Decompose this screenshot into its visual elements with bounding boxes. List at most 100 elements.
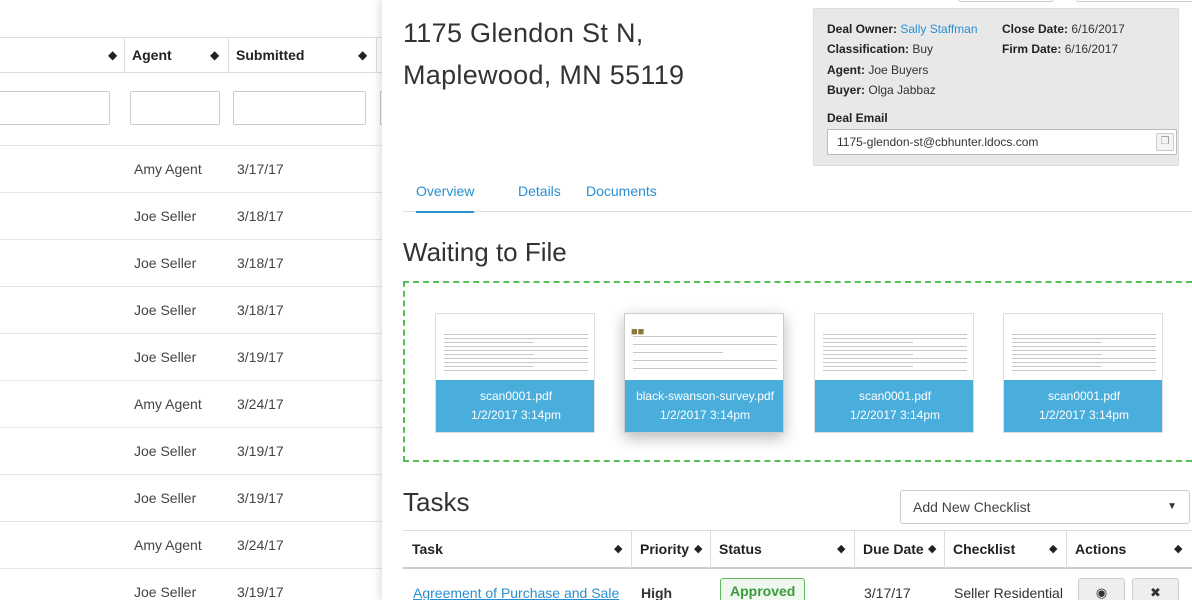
file-date: 1/2/2017 3:14pm (849, 408, 941, 422)
close-date: Close Date: 6/16/2017 (1002, 22, 1125, 36)
top-button[interactable] (958, 0, 1054, 2)
col-task[interactable]: Task ◆ (403, 531, 631, 568)
copy-icon[interactable]: ❐ (1156, 133, 1174, 151)
tab-details[interactable]: Details (518, 183, 561, 199)
deal-detail-panel: 1175 Glendon St N, Maplewood, MN 55119 D… (382, 0, 1192, 600)
filter-input-submitted[interactable] (233, 91, 366, 125)
address-line-1: 1175 Glendon St N, (403, 18, 644, 48)
delete-button[interactable]: ✖ (1132, 578, 1179, 600)
file-dropzone[interactable]: scan0001.pdf 1/2/2017 3:14pm ■■ black-swans… (403, 281, 1192, 462)
file-caption: scan0001.pdf 1/2/2017 3:14pm (815, 380, 973, 432)
file-thumbnail (436, 314, 594, 380)
address-line-2: Maplewood, MN 55119 (403, 60, 685, 90)
file-date: 1/2/2017 3:14pm (1038, 408, 1130, 422)
company-logo: ■■ (631, 326, 645, 338)
list-col-agent[interactable]: Agent ◆ (124, 38, 228, 72)
row-agent: Amy Agent (134, 537, 202, 553)
deal-owner-link[interactable]: Sally Staffman (900, 22, 977, 36)
table-row[interactable]: Joe Seller 3/19/17 (0, 568, 382, 600)
waiting-to-file-title: Waiting to File (403, 237, 567, 267)
list-col-submitted[interactable]: Submitted ◆ (228, 38, 378, 72)
row-agent: Joe Seller (134, 349, 197, 365)
list-header: ◆ Agent ◆ Submitted ◆ (0, 37, 382, 73)
filter-input-first[interactable] (0, 91, 110, 125)
divider (228, 37, 229, 73)
table-row[interactable]: Joe Seller 3/19/17 (0, 427, 382, 474)
task-link[interactable]: Agreement of Purchase and Sale (413, 585, 619, 600)
deal-list: ◆ Agent ◆ Submitted ◆ Amy Agent 3/17/17 Jo… (0, 0, 382, 600)
file-date: 1/2/2017 3:14pm (659, 408, 751, 422)
row-agent: Joe Seller (134, 255, 197, 271)
table-row[interactable]: Joe Seller 3/18/17 (0, 239, 382, 286)
sort-icon[interactable]: ◆ (358, 38, 367, 72)
file-card[interactable]: ■■ black-swanson-survey.pdf 1/2/2017 3:14p… (624, 313, 784, 433)
file-name: scan0001.pdf (1047, 389, 1121, 403)
col-due-date[interactable]: Due Date ◆ (854, 531, 944, 568)
sort-icon[interactable]: ◆ (694, 531, 702, 568)
row-agent: Joe Seller (134, 584, 197, 600)
file-name: scan0001.pdf (479, 389, 553, 403)
deal-info-box: Deal Owner: Sally Staffman Close Date: 6… (813, 8, 1179, 166)
table-row[interactable]: Joe Seller 3/19/17 (0, 333, 382, 380)
sort-icon[interactable]: ◆ (210, 38, 219, 72)
trash-icon: ✖ (1150, 585, 1161, 600)
sort-icon[interactable]: ◆ (837, 531, 845, 568)
divider (376, 37, 377, 73)
task-checklist: Seller Residential (954, 585, 1063, 600)
file-card[interactable]: scan0001.pdf 1/2/2017 3:14pm (814, 313, 974, 433)
tasks-title: Tasks (403, 487, 470, 517)
row-submitted: 3/24/17 (237, 537, 284, 553)
deal-email-field[interactable]: 1175-glendon-st@cbhunter.ldocs.com ❐ (827, 129, 1177, 155)
row-submitted: 3/19/17 (237, 490, 284, 506)
file-name: black-swanson-survey.pdf (636, 389, 774, 403)
add-checklist-select[interactable]: Add New Checklist ▼ (900, 490, 1190, 524)
file-thumbnail: ■■ (625, 314, 783, 380)
table-row[interactable]: Amy Agent 3/17/17 (0, 145, 382, 192)
row-agent: Joe Seller (134, 208, 197, 224)
buyer: Buyer: Olga Jabbaz (827, 83, 936, 97)
deal-owner: Deal Owner: Sally Staffman (827, 22, 978, 36)
agent: Agent: Joe Buyers (827, 63, 929, 77)
tab-overview[interactable]: Overview (416, 183, 475, 213)
file-caption: scan0001.pdf 1/2/2017 3:14pm (1004, 380, 1162, 432)
detail-tabs: Overview Details Documents (403, 174, 1192, 213)
eye-icon: ◉ (1095, 585, 1108, 600)
sort-icon[interactable]: ◆ (108, 38, 117, 72)
table-row[interactable]: Amy Agent 3/24/17 (0, 380, 382, 427)
file-thumbnail (1004, 314, 1162, 380)
tab-documents[interactable]: Documents (586, 183, 657, 199)
deal-email-label: Deal Email (827, 111, 888, 125)
col-status[interactable]: Status ◆ (710, 531, 854, 568)
row-submitted: 3/19/17 (237, 443, 284, 459)
divider (124, 37, 125, 73)
table-row[interactable]: Joe Seller 3/19/17 (0, 474, 382, 521)
file-name: scan0001.pdf (858, 389, 932, 403)
firm-date: Firm Date: 6/16/2017 (1002, 42, 1119, 56)
col-priority[interactable]: Priority ◆ (631, 531, 710, 568)
sort-icon[interactable]: ◆ (1049, 531, 1057, 568)
tasks-table-header: Task ◆ Priority ◆ Status ◆ Due Date ◆ Checkl… (403, 530, 1192, 569)
caret-down-icon: ▼ (1167, 501, 1177, 512)
sort-icon[interactable]: ◆ (1174, 531, 1182, 568)
table-row[interactable]: Joe Seller 3/18/17 (0, 192, 382, 239)
list-col-first[interactable]: ◆ (0, 38, 124, 72)
row-submitted: 3/19/17 (237, 584, 284, 600)
filter-input-agent[interactable] (130, 91, 220, 125)
deal-address: 1175 Glendon St N, Maplewood, MN 55119 (403, 12, 684, 96)
top-button[interactable] (1076, 0, 1192, 2)
task-due-date: 3/17/17 (864, 585, 911, 600)
row-agent: Joe Seller (134, 443, 197, 459)
col-actions[interactable]: Actions ◆ (1066, 531, 1192, 568)
view-button[interactable]: ◉ (1078, 578, 1125, 600)
row-agent: Joe Seller (134, 302, 197, 318)
file-card[interactable]: scan0001.pdf 1/2/2017 3:14pm (1003, 313, 1163, 433)
sort-icon[interactable]: ◆ (928, 531, 936, 568)
sort-icon[interactable]: ◆ (614, 531, 622, 568)
file-thumbnail (815, 314, 973, 380)
col-checklist[interactable]: Checklist ◆ (944, 531, 1066, 568)
file-card[interactable]: scan0001.pdf 1/2/2017 3:14pm (435, 313, 595, 433)
table-row[interactable]: Amy Agent 3/24/17 (0, 521, 382, 568)
file-caption: black-swanson-survey.pdf 1/2/2017 3:14pm (625, 380, 783, 432)
row-agent: Amy Agent (134, 396, 202, 412)
table-row[interactable]: Joe Seller 3/18/17 (0, 286, 382, 333)
